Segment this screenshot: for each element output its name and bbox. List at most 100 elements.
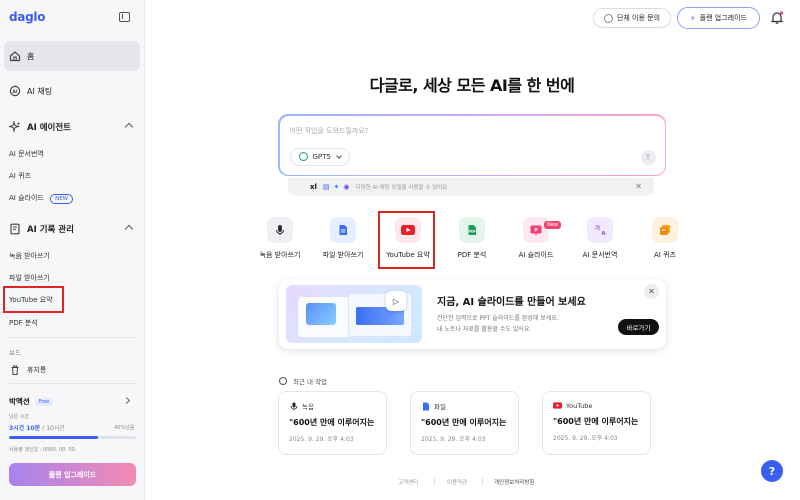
model-strip-text: 다양한 AI 채팅 모델을 사용할 수 있어요 — [355, 185, 448, 191]
sidebar-item-file[interactable]: 파일 받아쓰기 — [9, 273, 50, 283]
bell-icon[interactable] — [771, 11, 783, 24]
promo-image: ▷ — [286, 285, 422, 343]
remaining-label: 남은 시간 — [9, 414, 29, 420]
card-type-label: 파일 — [434, 403, 446, 411]
tool-label: 파일 받아쓰기 — [322, 251, 364, 259]
tool-tile — [652, 217, 678, 243]
send-button[interactable]: ↑ — [640, 149, 656, 165]
file-icon — [421, 402, 430, 411]
chevron-down-icon — [336, 152, 342, 159]
tool-label: PDF 분석 — [457, 251, 487, 259]
tool-tile: P New — [523, 217, 561, 243]
slide-icon: P — [530, 225, 542, 236]
recent-card[interactable]: YouTube "600년 만에 이루어지는 대... 2025. 9. 29.… — [542, 391, 651, 455]
prompt-input[interactable]: 어떤 작업을 도와드릴까요? — [290, 126, 369, 136]
model-logo-icon: ◉ — [343, 183, 350, 191]
tool-pdf[interactable]: PDF PDF 분석 — [444, 217, 500, 260]
usage-progress-fill — [9, 436, 98, 439]
sidebar: daglo 홈 AI AI 채팅 AI 에이전트 AI 문서번역 AI 퀴즈 A… — [0, 0, 145, 500]
tool-file[interactable]: 파일 받아쓰기 — [315, 217, 371, 260]
team-inquiry-button[interactable]: 단체 이용 문의 — [593, 8, 671, 28]
ai-chat-icon: AI — [9, 85, 21, 97]
promo-description: 간단한 입력으로 PPT 슬라이드를 완성해 보세요. 내 노트나 자료를 활용… — [437, 313, 617, 335]
highlight-box — [378, 211, 435, 269]
user-name[interactable]: 박액션 Free — [9, 396, 54, 407]
sidebar-upgrade-button[interactable]: 플랜 업그레이드 — [9, 463, 136, 486]
card-type: 녹음 — [289, 401, 376, 411]
recent-title: 최근 내 작업 — [293, 378, 328, 386]
recent-card[interactable]: 녹음 "600년 만에 이루어지는 대... 2025. 9. 29. 오후 4… — [278, 391, 387, 455]
upgrade-button[interactable]: ⚡ 플랜 업그레이드 — [677, 7, 760, 29]
divider — [482, 478, 483, 485]
chevron-up-icon[interactable] — [124, 224, 134, 234]
close-icon[interactable]: ✕ — [635, 182, 642, 191]
sidebar-item-label: AI 채팅 — [27, 86, 53, 96]
clock-icon — [279, 377, 287, 385]
sidebar-section-records[interactable]: AI 기록 관리 — [4, 220, 140, 238]
tool-row: 녹음 받아쓰기 파일 받아쓰기 YouTube 요약 PDF PDF 분석 P … — [252, 217, 692, 267]
sidebar-item-trash[interactable]: 휴지통 — [9, 364, 46, 376]
prompt-box[interactable]: 어떤 작업을 도와드릴까요? GPT5 ↑ — [278, 114, 666, 176]
model-select[interactable]: GPT5 — [289, 147, 350, 166]
renew-date: 사용량 갱신일 : 0000. 00. 00. — [9, 447, 77, 453]
tool-translate[interactable]: 가A AI 문서번역 — [572, 217, 628, 260]
translate-icon: 가A — [594, 224, 606, 236]
tool-tile — [267, 217, 293, 243]
new-tag: New — [544, 221, 561, 229]
sidebar-item-pdf[interactable]: PDF 분석 — [9, 318, 38, 328]
youtube-icon — [553, 401, 562, 410]
sidebar-item-recording[interactable]: 녹음 받아쓰기 — [9, 251, 50, 261]
new-badge: NEW — [50, 194, 74, 204]
recent-header: 최근 내 작업 — [279, 376, 327, 386]
sidebar-section-label: AI 에이전트 — [27, 123, 71, 133]
tool-recording[interactable]: 녹음 받아쓰기 — [252, 217, 308, 260]
remaining-total: / 10시간 — [42, 425, 65, 432]
card-date: 2025. 9. 29. 오후 4:03 — [553, 435, 618, 442]
card-title: "600년 만에 이루어지는 대... — [421, 418, 508, 427]
sidebar-item-label: 휴지통 — [27, 366, 47, 374]
sidebar-item-label: 홈 — [27, 51, 35, 61]
close-icon[interactable]: ✕ — [644, 284, 659, 299]
tool-quiz[interactable]: AI 퀴즈 — [637, 217, 693, 260]
divider — [9, 337, 137, 338]
chevron-right-icon[interactable] — [122, 396, 131, 405]
sidebar-item-home[interactable]: 홈 — [4, 41, 140, 71]
tool-tile: PDF — [459, 217, 485, 243]
page-title: 다글로, 세상 모든 AI를 한 번에 — [369, 76, 575, 95]
sidebar-collapse-icon[interactable] — [119, 12, 130, 22]
promo-cta-button[interactable]: 바로가기 — [618, 319, 659, 335]
notebook-icon — [9, 223, 21, 235]
tool-slide[interactable]: P New AI 슬라이드 — [508, 217, 564, 260]
play-icon: ▷ — [386, 291, 406, 311]
tool-label: AI 문서번역 — [582, 251, 618, 259]
gpt-icon — [298, 152, 308, 161]
gemini-icon: ✦ — [333, 183, 340, 191]
svg-text:PDF: PDF — [469, 230, 476, 234]
sidebar-item-quiz[interactable]: AI 퀴즈 — [9, 171, 31, 181]
svg-text:A: A — [601, 231, 606, 236]
svg-text:AI: AI — [12, 89, 17, 95]
sidebar-item-label: AI 슬라이드 — [9, 194, 44, 202]
promo-desc-line: 간단한 입력으로 PPT 슬라이드를 완성해 보세요. — [437, 315, 559, 322]
tool-tile — [330, 217, 356, 243]
sidebar-section-label: AI 기록 관리 — [27, 225, 74, 235]
footer-link-privacy[interactable]: 개인정보처리방침 — [494, 478, 534, 486]
logo[interactable]: daglo — [9, 10, 45, 24]
model-logo-icon: ▤ — [322, 183, 330, 191]
recent-card[interactable]: 파일 "600년 만에 이루어지는 대... 2025. 9. 29. 오후 4… — [410, 391, 519, 455]
file-icon — [339, 225, 347, 235]
promo-desc-line: 내 노트나 자료를 활용할 수도 있어요. — [437, 326, 532, 333]
help-button[interactable]: ? — [761, 460, 783, 482]
sidebar-item-doc-translate[interactable]: AI 문서번역 — [9, 149, 44, 159]
sidebar-section-agent[interactable]: AI 에이전트 — [4, 118, 140, 136]
board-label: 보드 — [9, 349, 21, 357]
chevron-up-icon[interactable] — [124, 122, 134, 132]
card-date: 2025. 9. 29. 오후 4:03 — [289, 436, 354, 443]
footer-link-support[interactable]: 고객센터 — [398, 478, 418, 486]
mic-icon — [289, 402, 298, 411]
remaining-value: 3시간 10분 / 10시간 — [9, 423, 65, 432]
sidebar-item-ai-chat[interactable]: AI AI 채팅 — [4, 81, 140, 101]
user-name-text: 박액션 — [9, 397, 30, 406]
sidebar-item-slide[interactable]: AI 슬라이드 NEW — [9, 193, 74, 204]
footer-link-terms[interactable]: 이용약관 — [447, 478, 467, 486]
